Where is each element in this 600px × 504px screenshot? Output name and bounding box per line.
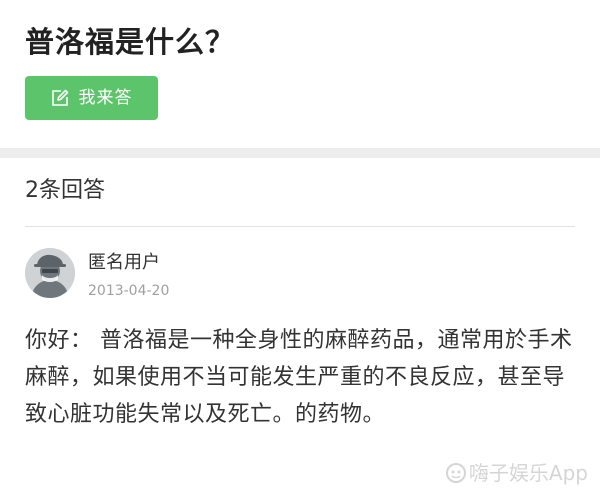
watermark-logo-icon bbox=[445, 462, 467, 484]
divider bbox=[25, 226, 575, 227]
question-card: 普洛福是什么？ 我来答 bbox=[0, 0, 600, 148]
avatar[interactable] bbox=[25, 248, 75, 298]
watermark-text: 嗨子娱乐App bbox=[468, 461, 588, 485]
answer-content: 你好： 普洛福是一种全身性的麻醉药品，通常用於手术麻醉，如果使用不当可能发生严重… bbox=[25, 328, 573, 427]
anonymous-user-icon bbox=[25, 248, 75, 298]
watermark: 嗨子娱乐App bbox=[445, 460, 588, 486]
page: 普洛福是什么？ 我来答 2条回答 匿名用户 2013-04-20 你好： 普洛福 bbox=[0, 0, 600, 504]
edit-icon bbox=[51, 89, 69, 107]
answer-button-label: 我来答 bbox=[78, 88, 133, 108]
user-name[interactable]: 匿名用户 bbox=[88, 250, 160, 276]
question-title: 普洛福是什么？ bbox=[25, 25, 236, 59]
answers-count: 2条回答 bbox=[25, 178, 105, 203]
section-separator bbox=[0, 148, 600, 158]
answer-date: 2013-04-20 bbox=[88, 283, 170, 299]
answer-button[interactable]: 我来答 bbox=[25, 76, 158, 120]
